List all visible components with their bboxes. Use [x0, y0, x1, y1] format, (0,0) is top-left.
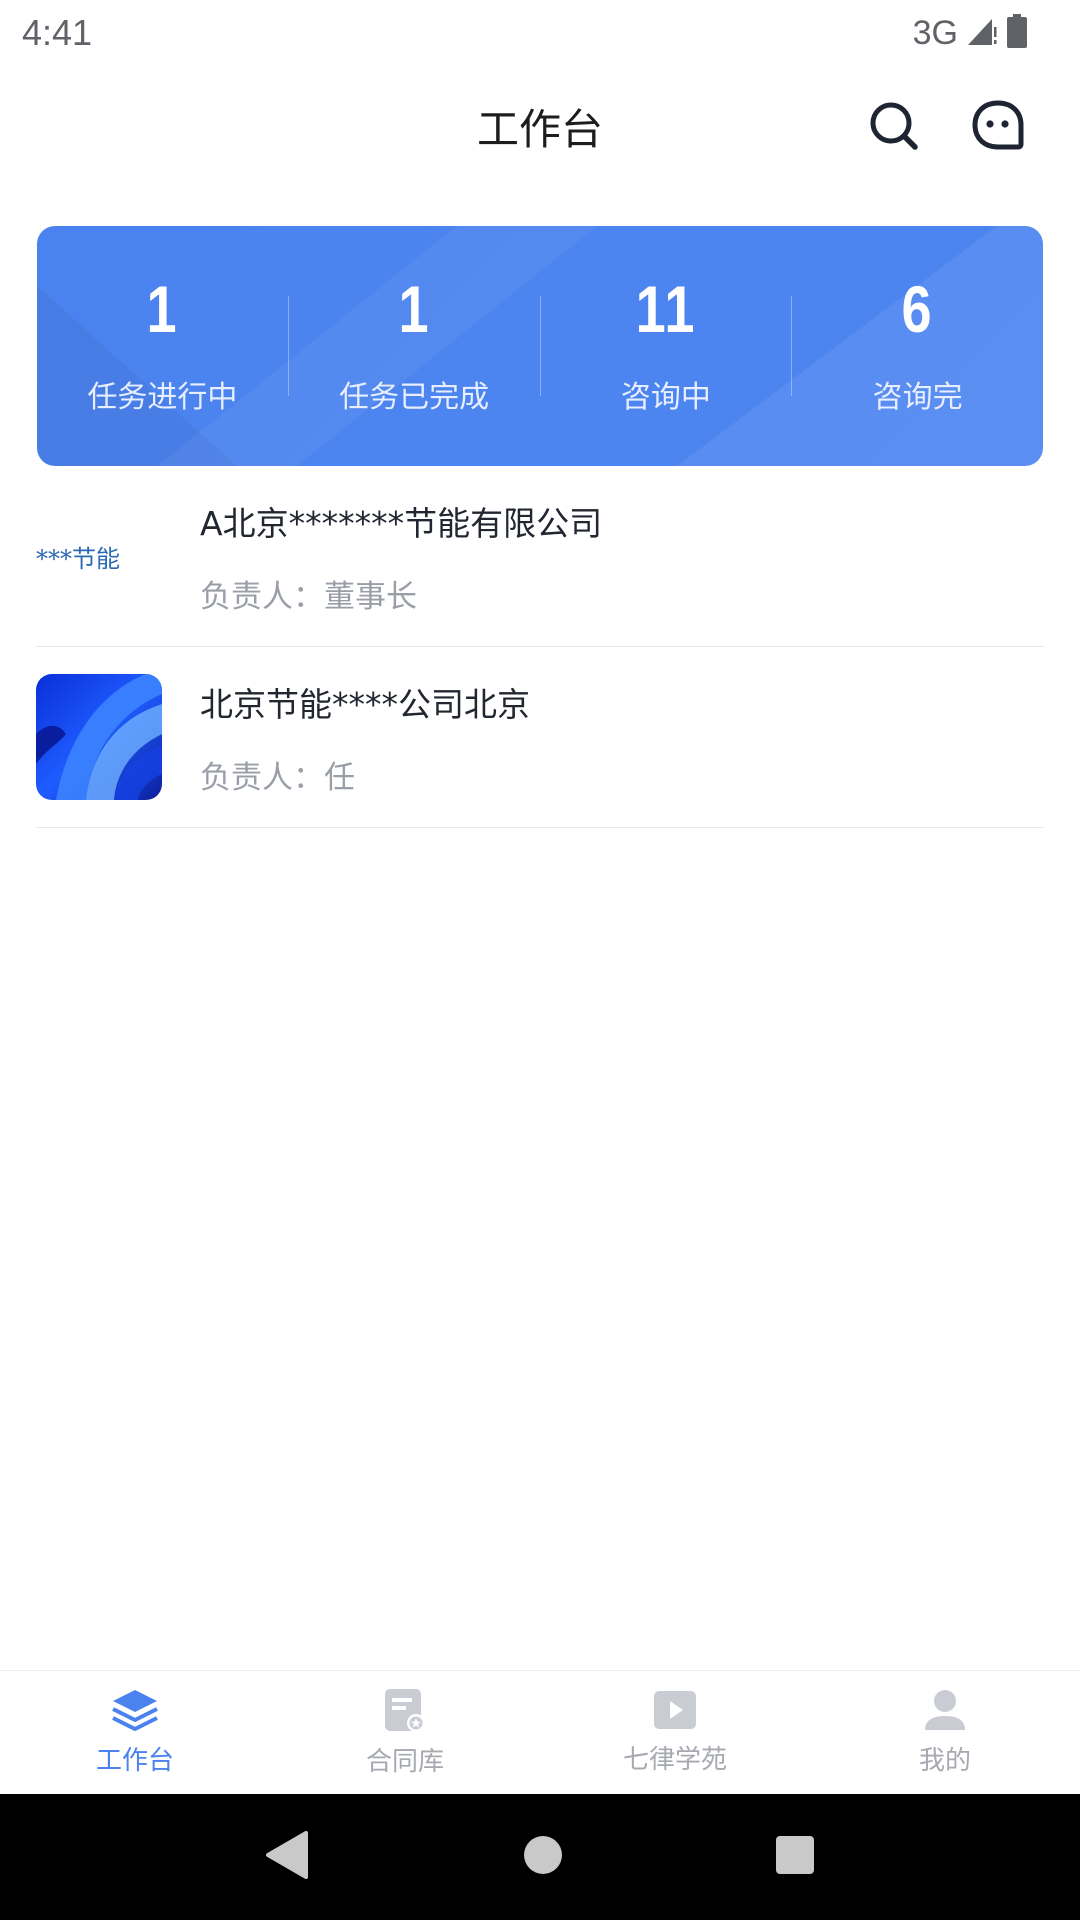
stat-label: 任务已完成 [339, 380, 490, 415]
system-nav-bar [0, 1794, 1080, 1920]
status-time: 4:41 [22, 12, 93, 53]
recents-icon[interactable] [774, 1834, 816, 1880]
company-list: ***节能 A北京*******节能有限公司 负责人：董事长 北京节能****公… [36, 466, 1044, 828]
status-bar: 4:41 3G [0, 0, 1080, 66]
stat-consulting[interactable]: 11 咨询中 [541, 226, 792, 466]
screen: 4:41 3G 工作台 1 任务进行中 1 任务已完成 11 咨询中 6 咨询完… [0, 0, 1080, 1920]
stat-value: 6 [901, 272, 934, 346]
stat-label: 咨询完 [872, 380, 963, 415]
video-play-icon [654, 1691, 696, 1729]
company-info: A北京*******节能有限公司 负责人：董事长 [200, 497, 602, 616]
nav-workbench[interactable]: 工作台 [0, 1671, 270, 1794]
stat-consult-done[interactable]: 6 咨询完 [792, 226, 1043, 466]
network-type: 3G [912, 13, 958, 52]
chat-bubble-icon [972, 100, 1024, 150]
logo-text: ***节能 [36, 544, 120, 573]
company-name: 北京节能****公司北京 [200, 684, 530, 724]
company-logo: ***节能 [36, 493, 162, 619]
stat-value: 11 [635, 272, 697, 346]
nav-academy[interactable]: 七律学苑 [540, 1671, 810, 1794]
stat-value: 1 [146, 272, 179, 346]
contract-icon [385, 1689, 425, 1732]
company-name: A北京*******节能有限公司 [200, 503, 603, 543]
bottom-nav: 工作台 合同库 七律学苑 我的 [0, 1670, 1080, 1794]
nav-label: 合同库 [365, 1747, 444, 1777]
layers-icon [112, 1690, 158, 1731]
status-icons: 3G [913, 14, 1028, 53]
search-button[interactable] [864, 96, 924, 156]
search-icon [870, 102, 918, 150]
list-item[interactable]: ***节能 A北京*******节能有限公司 负责人：董事长 [36, 466, 1044, 647]
user-icon [925, 1690, 965, 1730]
nav-mine[interactable]: 我的 [810, 1671, 1080, 1794]
back-icon[interactable] [264, 1830, 312, 1884]
list-item[interactable]: 北京节能****公司北京 负责人：任 [36, 647, 1044, 828]
stat-label: 咨询中 [620, 380, 711, 415]
company-owner: 负责人：董事长 [200, 578, 417, 615]
company-logo [36, 674, 162, 800]
message-button[interactable] [968, 96, 1028, 156]
abstract-wallpaper-image [36, 674, 162, 800]
nav-label: 我的 [918, 1746, 971, 1776]
stat-tasks-in-progress[interactable]: 1 任务进行中 [37, 226, 288, 466]
stat-label: 任务进行中 [87, 380, 238, 415]
nav-contracts[interactable]: 合同库 [270, 1671, 540, 1794]
battery-icon [1006, 14, 1028, 52]
nav-label: 工作台 [95, 1746, 174, 1776]
nav-label: 七律学苑 [622, 1745, 727, 1775]
stat-value: 1 [398, 272, 430, 346]
stat-tasks-completed[interactable]: 1 任务已完成 [289, 226, 540, 466]
company-owner: 负责人：任 [200, 759, 355, 796]
signal-icon [966, 15, 998, 51]
company-info: 北京节能****公司北京 负责人：任 [200, 678, 530, 797]
stats-card: 1 任务进行中 1 任务已完成 11 咨询中 6 咨询完 [37, 226, 1043, 466]
header: 工作台 [0, 66, 1080, 186]
home-icon[interactable] [521, 1833, 565, 1881]
